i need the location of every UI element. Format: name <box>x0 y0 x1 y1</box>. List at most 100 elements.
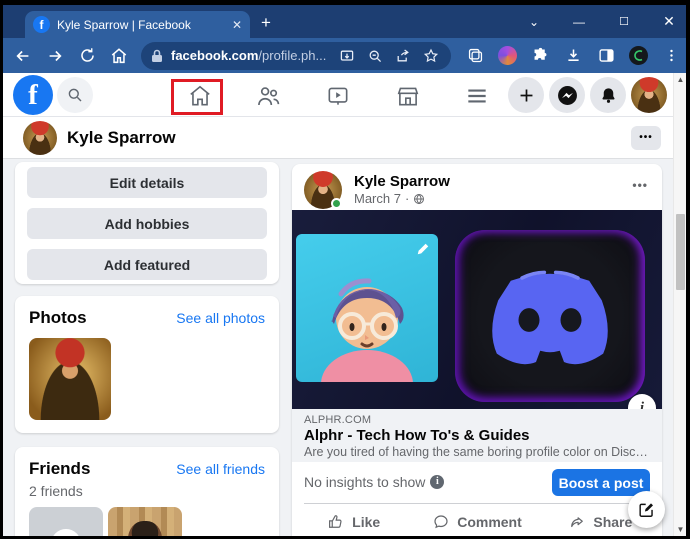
new-tab-button[interactable]: + <box>261 13 271 33</box>
share-label: Share <box>593 514 633 530</box>
share-icon[interactable] <box>393 46 413 66</box>
watch-nav-icon <box>328 87 348 105</box>
link-preview[interactable]: ALPHR.COM Alphr - Tech How To's & Guides… <box>292 409 662 462</box>
edit-pencil-icon[interactable] <box>416 242 430 256</box>
search-button[interactable] <box>57 77 93 113</box>
side-panel-icon[interactable] <box>596 46 616 66</box>
intro-card: Edit details Add hobbies Add featured <box>15 162 279 284</box>
discord-mascot-icon <box>492 270 608 364</box>
page-scrollbar[interactable]: ▲ ▼ <box>673 73 686 536</box>
nav-menu-tab[interactable] <box>462 81 492 111</box>
home-nav-icon <box>190 85 210 106</box>
nav-watch-tab[interactable] <box>323 81 353 111</box>
compose-pencil-icon <box>639 503 653 517</box>
post-date[interactable]: March 7 <box>354 191 401 206</box>
online-status-dot <box>331 198 342 209</box>
kebab-menu-icon[interactable] <box>661 46 681 66</box>
photos-title: Photos <box>29 308 87 327</box>
post-more-button[interactable]: ••• <box>632 178 648 192</box>
silhouette-head <box>51 529 81 536</box>
friends-nav-icon <box>257 86 279 105</box>
insights-row: No insights to show i Boost a post <box>292 462 662 502</box>
profile-avatar[interactable] <box>631 77 667 113</box>
edit-details-button[interactable]: Edit details <box>27 167 267 198</box>
bookmark-star-icon[interactable] <box>421 46 441 66</box>
meta-separator: · <box>404 191 410 206</box>
compose-fab-button[interactable] <box>628 491 665 528</box>
nav-home-tab[interactable] <box>185 81 215 111</box>
search-icon <box>68 88 82 102</box>
back-icon[interactable] <box>13 46 33 66</box>
url-domain: facebook.com <box>171 48 259 63</box>
marketplace-nav-icon <box>397 87 419 106</box>
menu-bars-icon <box>468 89 486 103</box>
photo-thumbnail[interactable] <box>29 338 111 420</box>
zoom-icon[interactable] <box>365 46 385 66</box>
profile-banner: Kyle Sparrow ••• <box>3 117 673 159</box>
facebook-logo[interactable]: f <box>13 75 53 115</box>
globe-privacy-icon <box>414 193 425 204</box>
scroll-up-arrow-icon[interactable]: ▲ <box>674 73 686 86</box>
boost-post-button[interactable]: Boost a post <box>552 469 650 496</box>
nav-marketplace-tab[interactable] <box>393 81 423 111</box>
see-all-friends-link[interactable]: See all friends <box>176 461 265 477</box>
friends-title: Friends <box>29 459 91 478</box>
messenger-button[interactable] <box>549 77 585 113</box>
page-viewport: f Kyle Sparrow ••• Edit details Add hobb… <box>3 73 686 536</box>
like-label: Like <box>352 514 381 530</box>
tab-title: Kyle Sparrow | Facebook <box>57 17 191 32</box>
install-app-icon[interactable] <box>337 46 357 66</box>
tab-close-icon[interactable]: ✕ <box>232 18 242 32</box>
banner-more-button[interactable]: ••• <box>631 126 661 150</box>
share-arrow-icon <box>571 517 584 528</box>
forward-icon[interactable] <box>45 46 65 66</box>
link-title[interactable]: Alphr - Tech How To's & Guides <box>304 427 650 444</box>
extensions-puzzle-icon[interactable] <box>530 46 550 66</box>
post-image[interactable]: i <box>292 210 662 409</box>
extension-gradient-icon[interactable] <box>498 46 517 65</box>
friends-count: 2 friends <box>29 483 83 499</box>
comment-bubble-icon <box>434 515 448 529</box>
add-hobbies-button[interactable]: Add hobbies <box>27 208 267 239</box>
insights-info-icon[interactable]: i <box>430 475 445 489</box>
reload-icon[interactable] <box>77 46 97 66</box>
scrollbar-thumb[interactable] <box>676 214 685 290</box>
address-bar[interactable]: facebook.com/profile.ph... <box>141 41 451 70</box>
friend-photo-head <box>128 521 162 536</box>
extension-avatar-icon[interactable] <box>629 46 648 65</box>
insights-text: No insights to show i <box>304 474 445 490</box>
create-button[interactable] <box>508 77 544 113</box>
url-text: facebook.com/profile.ph... <box>171 48 329 63</box>
link-description: Are you tired of having the same boring … <box>304 445 650 459</box>
bell-icon <box>601 87 615 103</box>
content-area: Edit details Add hobbies Add featured Ph… <box>3 159 673 536</box>
url-path: /profile.ph... <box>258 48 327 63</box>
chevron-down-icon[interactable]: ⌄ <box>525 15 543 29</box>
downloads-icon[interactable] <box>563 46 583 66</box>
lock-icon <box>152 49 162 62</box>
browser-window: f Kyle Sparrow | Facebook ✕ + ⌄ — ☐ ✕ fa… <box>0 0 690 539</box>
like-button[interactable]: Like <box>292 504 415 536</box>
post-meta: March 7 · <box>354 191 425 206</box>
browser-tab[interactable]: f Kyle Sparrow | Facebook ✕ <box>25 11 250 38</box>
comment-button[interactable]: Comment <box>415 504 538 536</box>
home-icon[interactable] <box>109 46 129 66</box>
see-all-photos-link[interactable]: See all photos <box>176 310 265 326</box>
notifications-button[interactable] <box>590 77 626 113</box>
post-author-name[interactable]: Kyle Sparrow <box>354 173 450 190</box>
minimize-button[interactable]: — <box>570 15 588 29</box>
nav-friends-tab[interactable] <box>253 81 283 111</box>
scroll-down-arrow-icon[interactable]: ▼ <box>674 523 686 536</box>
window-controls: ⌄ — ☐ ✕ <box>525 5 678 38</box>
friend-thumbnail-placeholder[interactable] <box>29 507 103 536</box>
reading-list-icon[interactable] <box>465 46 485 66</box>
maximize-button[interactable]: ☐ <box>615 15 633 28</box>
friend-thumbnail-photo[interactable] <box>108 507 182 536</box>
chrome-frame: f Kyle Sparrow | Facebook ✕ + ⌄ — ☐ ✕ fa… <box>3 5 686 536</box>
close-button[interactable]: ✕ <box>660 13 678 30</box>
banner-avatar[interactable] <box>23 121 57 155</box>
image-info-button[interactable]: i <box>628 394 656 409</box>
add-featured-button[interactable]: Add featured <box>27 249 267 280</box>
insights-label: No insights to show <box>304 474 426 490</box>
profile-name: Kyle Sparrow <box>67 128 176 147</box>
